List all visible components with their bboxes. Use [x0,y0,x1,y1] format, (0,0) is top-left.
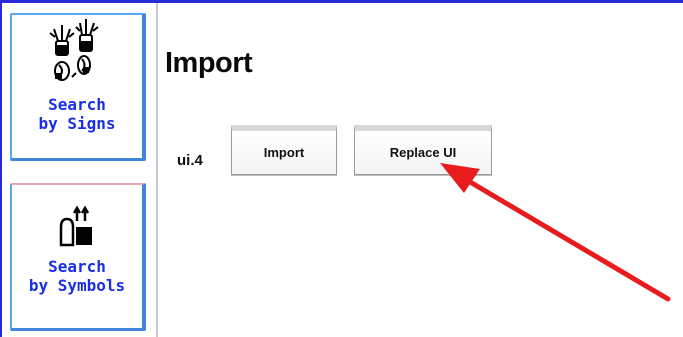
symbols-icon [59,205,92,247]
search-by-symbols-label-line2: by Symbols [28,276,126,295]
search-by-signs-label-line2: by Signs [38,114,116,133]
hand-signs-icon [49,19,99,81]
search-by-symbols-label-line1: Search [48,257,106,276]
page-title: Import [165,47,253,79]
search-by-signs-button[interactable]: Search by Signs [10,13,146,161]
sidebar-divider [156,3,158,337]
search-by-symbols-button[interactable]: Search by Symbols [10,183,146,331]
replace-ui-button[interactable]: Replace UI [354,125,492,175]
sidebar: Search by Signs Search by Symbols [2,3,156,337]
ui-version-label: ui.4 [177,152,203,169]
import-button[interactable]: Import [231,125,337,175]
search-by-signs-label-line1: Search [48,95,106,114]
app-window: Search by Signs Search by Symbols Import… [0,0,683,337]
